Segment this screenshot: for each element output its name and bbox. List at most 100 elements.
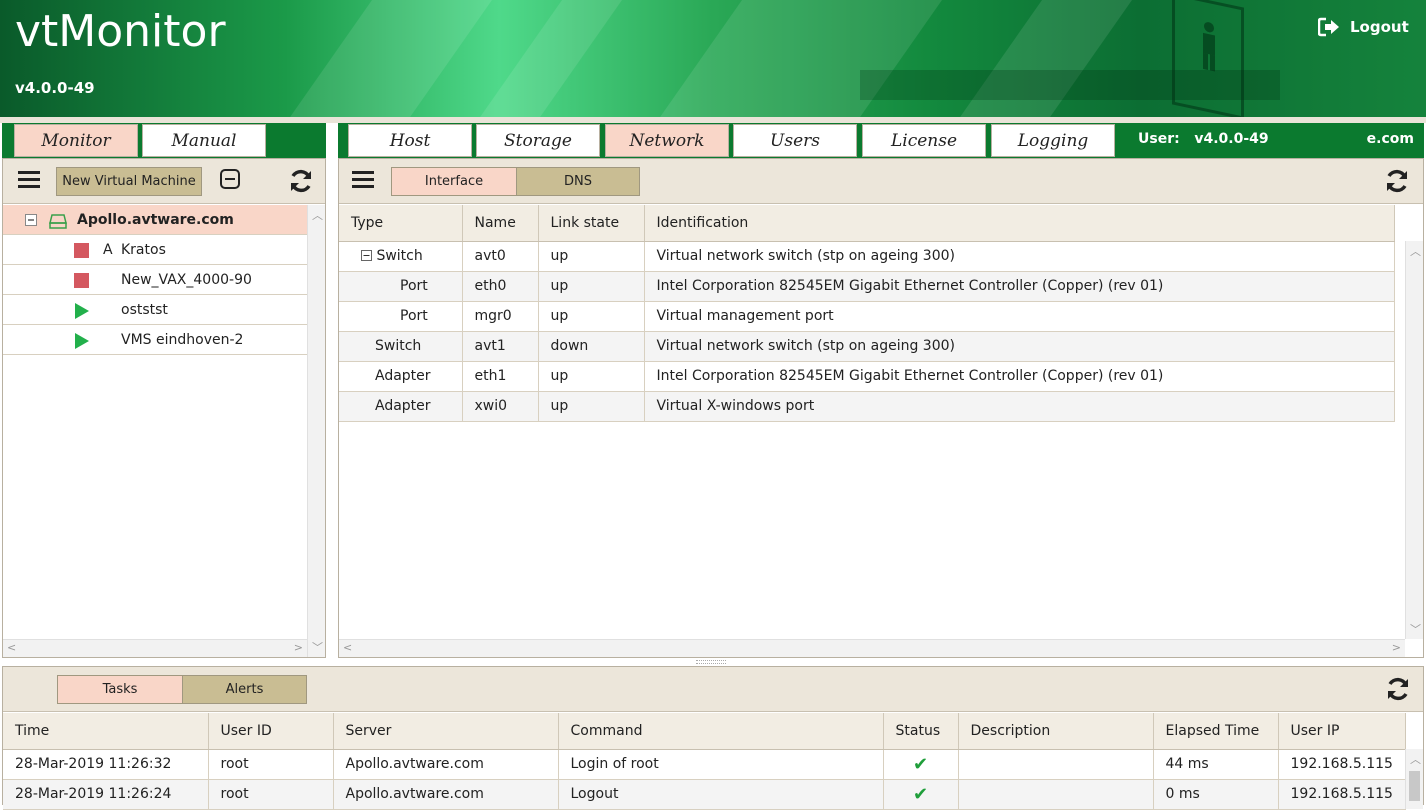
scroll-left-icon[interactable]: < bbox=[343, 641, 352, 654]
refresh-icon[interactable] bbox=[288, 168, 314, 194]
new-virtual-machine-button[interactable]: New Virtual Machine bbox=[56, 167, 202, 196]
cell-type: Port bbox=[339, 301, 463, 332]
column-header-user-ip[interactable]: User IP bbox=[1278, 713, 1406, 750]
vm-flag: A bbox=[103, 241, 113, 258]
column-header-status[interactable]: Status bbox=[883, 713, 959, 750]
subtab-alerts[interactable]: Alerts bbox=[182, 675, 307, 704]
vm-name: VMS eindhoven-2 bbox=[121, 331, 244, 348]
cell-type: Adapter bbox=[339, 391, 463, 422]
cell-name: avt1 bbox=[462, 331, 539, 362]
vm-running-icon bbox=[75, 333, 89, 349]
vm-name: New_VAX_4000-90 bbox=[121, 271, 252, 288]
cell-time: 28-Mar-2019 11:26:32 bbox=[3, 749, 209, 780]
tree-vm-item[interactable]: New_VAX_4000-90 bbox=[3, 265, 307, 295]
network-toolbar: Interface DNS bbox=[339, 159, 1423, 204]
cell-link-state: down bbox=[538, 331, 645, 362]
tab-storage[interactable]: Storage bbox=[476, 124, 600, 157]
tab-users[interactable]: Users bbox=[733, 124, 857, 157]
subtab-dns[interactable]: DNS bbox=[516, 167, 640, 196]
table-row[interactable]: 28-Mar-2019 11:26:32 root Apollo.avtware… bbox=[3, 749, 1406, 780]
scroll-up-icon[interactable]: ︿ bbox=[1410, 243, 1421, 259]
table-row[interactable]: Adapter eth1 up Intel Corporation 82545E… bbox=[339, 361, 1395, 392]
subtab-tasks[interactable]: Tasks bbox=[57, 675, 183, 704]
check-icon: ✔ bbox=[912, 783, 929, 805]
table-row[interactable]: Switch avt1 down Virtual network switch … bbox=[339, 331, 1395, 362]
cell-identification: Virtual network switch (stp on ageing 30… bbox=[644, 241, 1395, 272]
cell-type: Adapter bbox=[339, 361, 463, 392]
column-header-time[interactable]: Time bbox=[3, 713, 209, 750]
collapse-icon[interactable] bbox=[361, 250, 372, 261]
collapse-all-icon[interactable] bbox=[219, 168, 241, 190]
table-row[interactable]: Adapter xwi0 up Virtual X-windows port bbox=[339, 391, 1395, 422]
cell-name: mgr0 bbox=[462, 301, 539, 332]
tree-vm-item[interactable]: oststst bbox=[3, 295, 307, 325]
collapse-icon[interactable] bbox=[25, 214, 37, 226]
tab-monitor[interactable]: Monitor bbox=[14, 124, 138, 157]
tasks-vertical-scrollbar[interactable]: ︿ bbox=[1405, 749, 1423, 809]
column-header-identification[interactable]: Identification bbox=[644, 205, 1395, 242]
refresh-icon[interactable] bbox=[1385, 676, 1411, 702]
column-header-server[interactable]: Server bbox=[333, 713, 559, 750]
cell-link-state: up bbox=[538, 271, 645, 302]
tree-vm-item[interactable]: VMS eindhoven-2 bbox=[3, 325, 307, 355]
column-header-command[interactable]: Command bbox=[558, 713, 884, 750]
logout-button[interactable]: Logout bbox=[1318, 17, 1409, 37]
scroll-down-icon[interactable]: ﹀ bbox=[1410, 621, 1421, 637]
column-header-type[interactable]: Type bbox=[339, 205, 463, 242]
cell-link-state: up bbox=[538, 301, 645, 332]
monitor-toolbar: New Virtual Machine bbox=[3, 159, 325, 204]
tab-host[interactable]: Host bbox=[348, 124, 472, 157]
column-header-elapsed-time[interactable]: Elapsed Time bbox=[1153, 713, 1279, 750]
cell-user-id: root bbox=[208, 749, 334, 780]
cell-elapsed-time: 44 ms bbox=[1153, 749, 1279, 780]
cell-name: avt0 bbox=[462, 241, 539, 272]
splitter-handle[interactable] bbox=[696, 660, 726, 664]
interface-horizontal-scrollbar[interactable]: < > bbox=[339, 639, 1405, 657]
scroll-down-icon[interactable]: ﹀ bbox=[312, 639, 323, 655]
tree-root-label: Apollo.avtware.com bbox=[77, 211, 234, 228]
tree-vm-item[interactable]: A Kratos bbox=[3, 235, 307, 265]
column-header-name[interactable]: Name bbox=[462, 205, 539, 242]
tree-horizontal-scrollbar[interactable]: < > bbox=[3, 639, 307, 657]
table-row[interactable]: Port eth0 up Intel Corporation 82545EM G… bbox=[339, 271, 1395, 302]
tree-vertical-scrollbar[interactable]: ︿ ﹀ bbox=[307, 205, 325, 657]
scroll-left-icon[interactable]: < bbox=[7, 641, 16, 654]
tab-logging[interactable]: Logging bbox=[991, 124, 1115, 157]
cell-link-state: up bbox=[538, 241, 645, 272]
tree-root[interactable]: Apollo.avtware.com bbox=[3, 205, 307, 235]
cell-description bbox=[958, 749, 1154, 780]
subtab-interface[interactable]: Interface bbox=[391, 167, 517, 196]
scroll-up-icon[interactable]: ︿ bbox=[1410, 751, 1421, 767]
interface-vertical-scrollbar[interactable]: ︿ ﹀ bbox=[1405, 241, 1423, 639]
type-label: Switch bbox=[376, 248, 423, 264]
left-tab-bar: Monitor Manual bbox=[2, 123, 326, 158]
column-header-description[interactable]: Description bbox=[958, 713, 1154, 750]
app-version: v4.0.0-49 bbox=[15, 79, 95, 97]
refresh-icon[interactable] bbox=[1384, 168, 1410, 194]
logout-icon bbox=[1318, 17, 1339, 37]
cell-status: ✔ bbox=[883, 749, 959, 780]
scroll-right-icon[interactable]: > bbox=[294, 641, 303, 654]
server-icon bbox=[49, 214, 67, 229]
tab-license[interactable]: License bbox=[862, 124, 986, 157]
header-banner: vtMonitor v4.0.0-49 Logout bbox=[0, 0, 1426, 117]
scroll-thumb[interactable] bbox=[1409, 771, 1420, 801]
column-header-user-id[interactable]: User ID bbox=[208, 713, 334, 750]
vm-stopped-icon bbox=[74, 273, 89, 288]
network-panel: Interface DNS Type Name Link state Ident… bbox=[338, 158, 1424, 658]
scroll-up-icon[interactable]: ︿ bbox=[312, 207, 323, 223]
vm-tree: Apollo.avtware.com A Kratos New_VAX_4000… bbox=[3, 205, 307, 355]
tasks-panel: Tasks Alerts Time User ID Server Command… bbox=[2, 666, 1424, 810]
logout-label: Logout bbox=[1350, 18, 1409, 36]
cell-identification: Virtual management port bbox=[644, 301, 1395, 332]
tab-manual[interactable]: Manual bbox=[142, 124, 266, 157]
column-header-link-state[interactable]: Link state bbox=[538, 205, 645, 242]
scroll-right-icon[interactable]: > bbox=[1392, 641, 1401, 654]
menu-icon[interactable] bbox=[352, 171, 374, 189]
table-row[interactable]: Switch avt0 up Virtual network switch (s… bbox=[339, 241, 1395, 272]
tab-network[interactable]: Network bbox=[605, 124, 729, 157]
user-label: User: bbox=[1138, 131, 1180, 147]
menu-icon[interactable] bbox=[18, 171, 40, 189]
table-row[interactable]: Port mgr0 up Virtual management port bbox=[339, 301, 1395, 332]
vm-name: Kratos bbox=[121, 241, 166, 258]
